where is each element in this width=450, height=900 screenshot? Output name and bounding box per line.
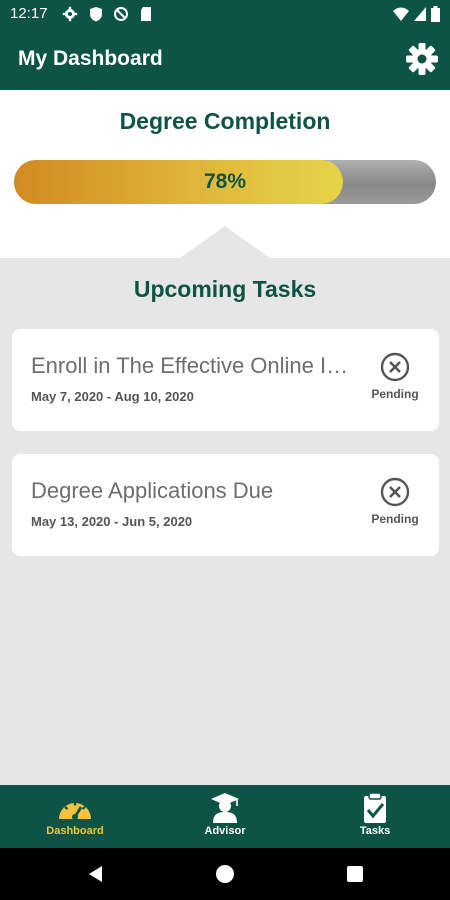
degree-progress-bar: 78%	[14, 160, 436, 204]
task-dates: May 13, 2020 - Jun 5, 2020	[31, 514, 193, 529]
close-circle-icon[interactable]	[379, 351, 411, 383]
section-notch	[180, 226, 270, 258]
upcoming-tasks-title: Upcoming Tasks	[133, 276, 317, 302]
speedometer-icon	[59, 802, 91, 820]
settings-button[interactable]	[405, 42, 439, 76]
nav-dashboard[interactable]: Dashboard	[25, 785, 125, 848]
nav-label: Tasks	[359, 825, 391, 837]
gear-icon	[62, 6, 78, 22]
task-card[interactable]: Degree Applications Due May 13, 2020 - J…	[12, 454, 439, 556]
task-status: Pending	[371, 387, 419, 401]
back-icon[interactable]	[86, 864, 106, 884]
status-bar: 12:17	[0, 0, 450, 28]
degree-progress-label: 78%	[203, 170, 247, 193]
gear-icon[interactable]	[405, 42, 439, 76]
task-title: Enroll in The Effective Online Instructo…	[31, 353, 351, 378]
home-icon[interactable]	[215, 864, 235, 884]
task-card[interactable]: Enroll in The Effective Online Instructo…	[12, 329, 439, 431]
sd-card-icon	[141, 7, 151, 21]
task-dates: May 7, 2020 - Aug 10, 2020	[31, 389, 194, 404]
system-nav-bar	[0, 848, 450, 900]
bottom-nav: Dashboard Advisor Tasks	[0, 785, 450, 848]
nav-label: Advisor	[204, 825, 246, 837]
page-title: My Dashboard	[18, 47, 163, 70]
recents-icon[interactable]	[346, 864, 364, 884]
blocked-icon	[114, 7, 128, 21]
signal-icon	[414, 7, 426, 21]
task-status: Pending	[371, 512, 419, 526]
close-circle-icon[interactable]	[379, 476, 411, 508]
graduate-icon	[211, 793, 239, 823]
nav-label: Dashboard	[46, 825, 104, 837]
wifi-icon	[393, 7, 409, 21]
status-time: 12:17	[10, 5, 48, 22]
nav-tasks[interactable]: Tasks	[325, 785, 425, 848]
task-cancel-button[interactable]	[379, 351, 411, 383]
task-cancel-button[interactable]	[379, 476, 411, 508]
nav-advisor[interactable]: Advisor	[175, 785, 275, 848]
app-bar: My Dashboard	[0, 28, 450, 90]
task-title: Degree Applications Due	[31, 478, 274, 503]
degree-completion-title: Degree Completion	[119, 108, 331, 134]
shield-icon	[90, 7, 102, 22]
battery-icon	[431, 6, 440, 22]
clipboard-check-icon	[364, 793, 386, 823]
